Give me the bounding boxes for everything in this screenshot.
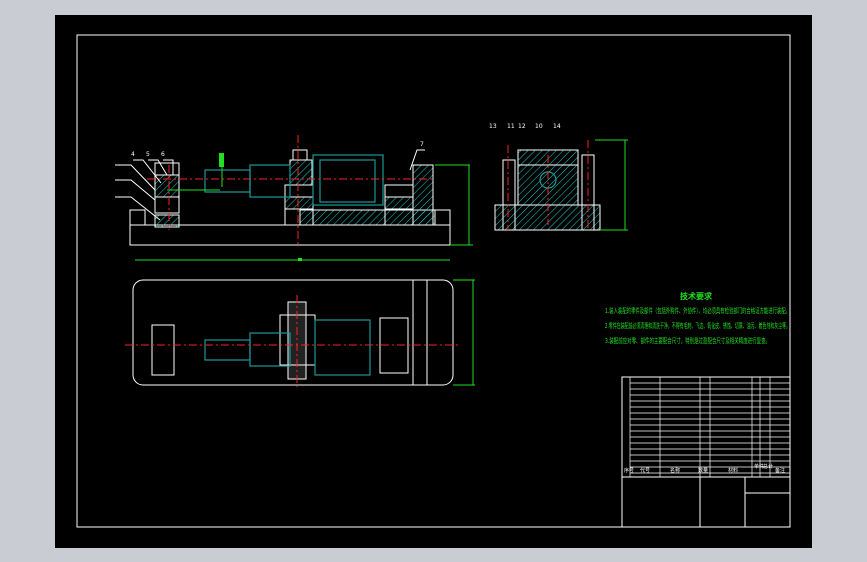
part-label: 12: [518, 123, 526, 130]
tech-requirement-line: 1.装入装配的零件及部件（包括外购件、外协件），均必须具有检验部门的合格证方能进…: [605, 306, 790, 315]
bom-header: 总计: [763, 463, 773, 470]
part-label: 5: [146, 151, 150, 158]
technical-requirements: 技术要求 1.装入装配的零件及部件（包括外购件、外协件），均必须具有检验部门的合…: [605, 291, 790, 345]
part-label: 11: [507, 123, 515, 130]
part-label: 10: [535, 123, 543, 130]
assembly-drawing: 4 5 6 7 13 11 12 10 14 技术要求 1.装入装配的零件及部件…: [76, 34, 791, 528]
part-label: 13: [489, 123, 497, 130]
tech-requirements-title: 技术要求: [680, 291, 713, 301]
cad-drawing-canvas[interactable]: 4 5 6 7 13 11 12 10 14 技术要求 1.装入装配的零件及部件…: [55, 15, 812, 548]
top-view: [125, 279, 475, 387]
bom-header: 备注: [775, 467, 785, 474]
bom-header: 序号: [624, 467, 634, 474]
tech-requirement-line: 3.装配前应对零、部件的主要配合尺寸，特别是过盈配合尺寸及相关精度进行复查。: [605, 336, 770, 345]
part-label: 4: [131, 151, 135, 158]
part-label: 6: [161, 151, 165, 158]
front-view: 4 5 6 7: [115, 135, 473, 261]
bom-header: 名称: [670, 467, 680, 474]
bom-header: 数量: [698, 467, 708, 474]
tech-requirement-line: 2.零件在装配前必须清理和清洗干净，不得有毛刺、飞边、氧化皮、锈蚀、切屑、油污、…: [605, 321, 790, 330]
title-block: 序号 代号 名称 数量 材料 单件 总计 备注: [621, 376, 791, 528]
drawing-border: [76, 34, 791, 528]
bom-header: 代号: [640, 467, 650, 474]
side-view: 13 11 12 10 14: [489, 123, 628, 231]
part-label: 7: [420, 141, 424, 148]
bom-header: 材料: [728, 467, 738, 474]
part-label: 14: [553, 123, 561, 130]
